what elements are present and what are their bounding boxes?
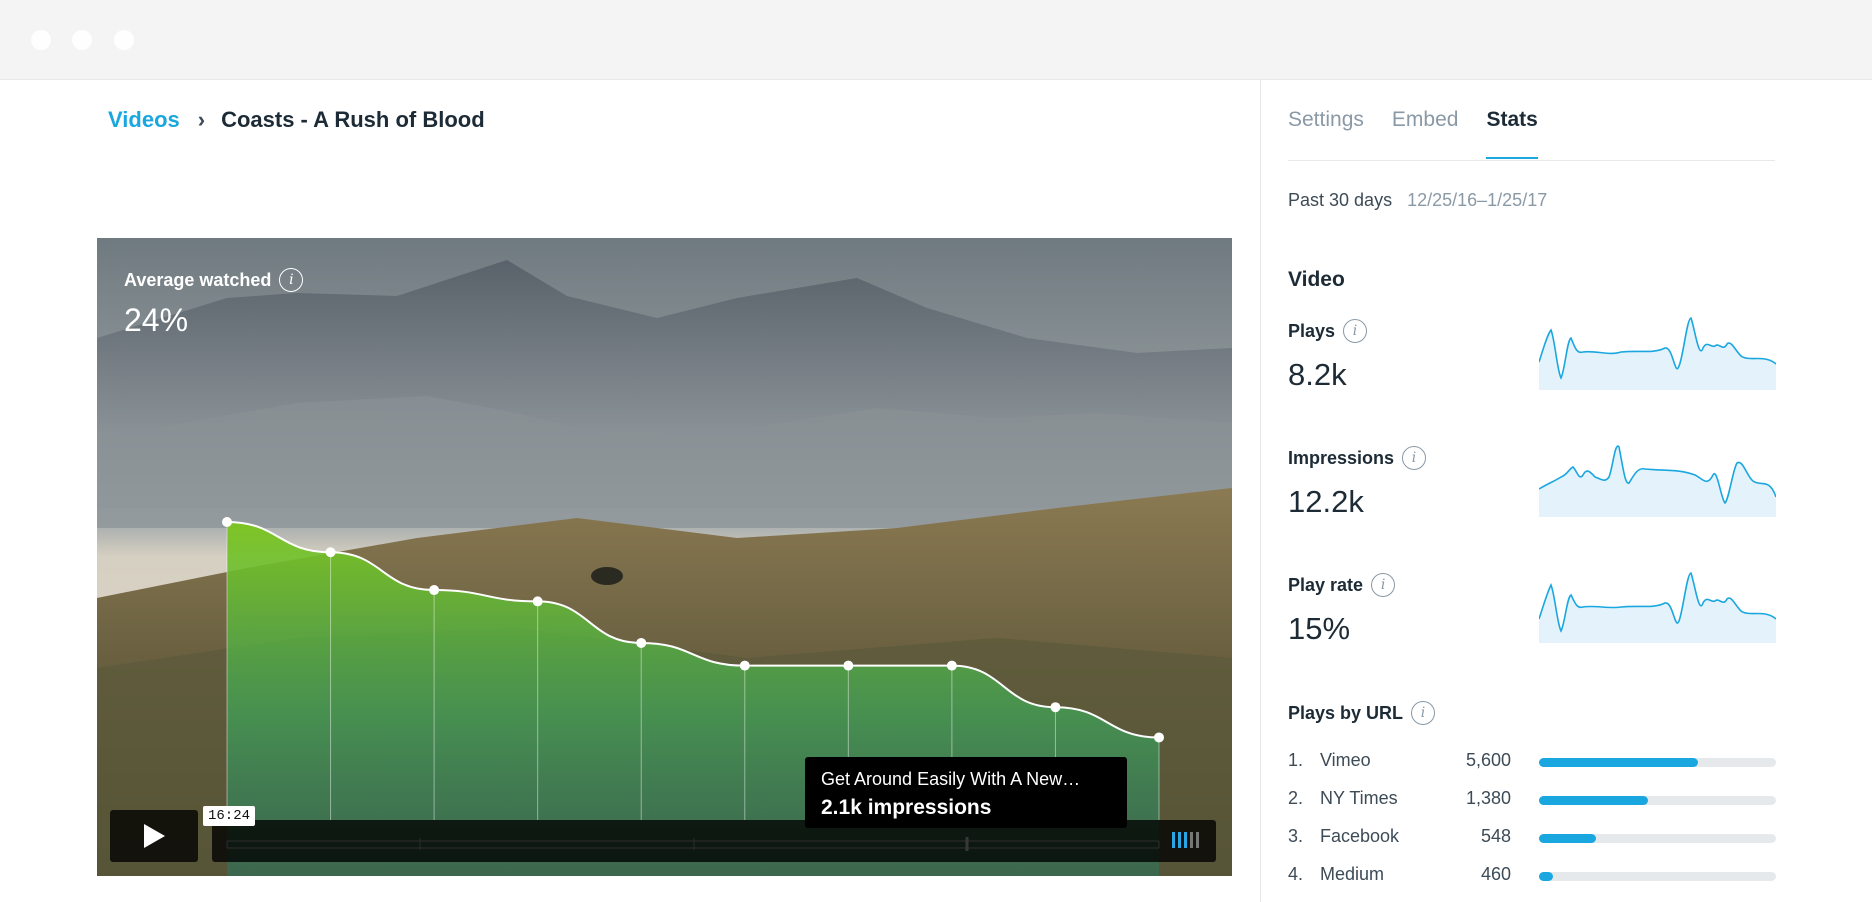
plays-by-url-text: Plays by URL (1288, 702, 1404, 723)
url-row[interactable]: 2. NY Times 1,380 (1288, 788, 1776, 812)
tooltip-title: Get Around Easily With A New… (821, 769, 1081, 789)
date-range[interactable]: Past 30 days 12/25/16–1/25/17 (1288, 190, 1547, 211)
tab-embed[interactable]: Embed (1392, 108, 1459, 132)
url-row[interactable]: 4. Medium 460 (1288, 864, 1776, 888)
play-rate-sparkline (1539, 572, 1776, 643)
retention-point[interactable] (429, 585, 440, 596)
impressions-label-text: Impressions (1288, 447, 1395, 468)
url-name[interactable]: Facebook (1320, 826, 1399, 847)
url-name[interactable]: Vimeo (1320, 750, 1371, 771)
chart-tooltip: Get Around Easily With A New… 2.1k impre… (805, 757, 1127, 828)
info-icon[interactable]: i (1371, 573, 1396, 597)
volume-icon[interactable] (1172, 832, 1199, 848)
url-share-fill (1539, 872, 1554, 881)
url-share-bar (1539, 834, 1776, 843)
window-close-button[interactable] (31, 30, 51, 50)
retention-point[interactable] (1154, 732, 1164, 743)
play-icon (144, 824, 165, 848)
plays-sparkline (1539, 317, 1776, 390)
page-title: Coasts - A Rush of Blood (221, 107, 485, 132)
play-rate-label-text: Play rate (1288, 574, 1364, 595)
window-titlebar (0, 0, 1872, 80)
impressions-sparkline (1539, 445, 1776, 517)
tab-settings[interactable]: Settings (1288, 108, 1364, 132)
url-share-fill (1539, 796, 1649, 805)
breadcrumb: Videos › Coasts - A Rush of Blood (108, 107, 485, 133)
plays-label-text: Plays (1288, 320, 1336, 341)
retention-point[interactable] (946, 660, 957, 671)
chevron-right-icon: › (197, 107, 206, 132)
url-rank: 3. (1288, 826, 1304, 846)
url-count: 5,600 (1465, 750, 1511, 770)
play-rate-label: Play rate i (1288, 573, 1396, 597)
url-row[interactable]: 1. Vimeo 5,600 (1288, 750, 1776, 774)
url-count: 1,380 (1465, 788, 1511, 808)
panel-divider (1260, 80, 1261, 902)
average-watched-text: Average watched (124, 269, 272, 290)
retention-point[interactable] (1050, 702, 1061, 713)
time-badge: 16:24 (203, 806, 256, 826)
play-button[interactable] (110, 810, 198, 862)
url-row[interactable]: 3. Facebook 548 (1288, 826, 1776, 850)
info-icon[interactable]: i (1411, 701, 1436, 725)
url-share-bar (1539, 872, 1776, 881)
url-rank: 4. (1288, 864, 1304, 884)
info-icon[interactable]: i (1402, 446, 1427, 470)
plays-value: 8.2k (1288, 357, 1347, 392)
average-watched-value: 24% (124, 302, 189, 338)
retention-point[interactable] (636, 637, 647, 648)
tab-divider (1288, 160, 1775, 161)
plays-label: Plays i (1288, 319, 1368, 343)
plays-by-url-title: Plays by URL i (1288, 701, 1436, 725)
impressions-label: Impressions i (1288, 446, 1427, 470)
average-watched-label: Average watched i (124, 268, 304, 292)
url-rank: 2. (1288, 788, 1304, 808)
date-range-dates: 12/25/16–1/25/17 (1407, 190, 1548, 210)
window-maximize-button[interactable] (114, 30, 134, 50)
date-range-label: Past 30 days (1288, 190, 1393, 210)
url-share-fill (1539, 834, 1596, 843)
info-icon[interactable]: i (279, 268, 304, 292)
retention-point[interactable] (532, 596, 543, 607)
video-player[interactable]: Average watched i 24% Get Around Easily … (97, 238, 1232, 876)
tab-bar: Settings Embed Stats (1288, 108, 1539, 159)
player-control-bar (212, 820, 1216, 862)
play-rate-value: 15% (1288, 611, 1351, 646)
breadcrumb-videos-link[interactable]: Videos (108, 107, 180, 133)
info-icon[interactable]: i (1343, 319, 1368, 343)
retention-point[interactable] (325, 547, 336, 558)
url-count: 460 (1480, 864, 1511, 884)
retention-point[interactable] (843, 660, 854, 671)
tab-stats[interactable]: Stats (1486, 108, 1539, 159)
retention-point[interactable] (739, 660, 750, 671)
url-share-fill (1539, 758, 1698, 767)
video-section-title: Video (1288, 268, 1345, 291)
url-rank: 1. (1288, 750, 1304, 770)
impressions-value: 12.2k (1288, 484, 1364, 519)
url-share-bar (1539, 796, 1776, 805)
retention-point[interactable] (222, 517, 232, 527)
url-name[interactable]: NY Times (1320, 788, 1398, 809)
tooltip-value: 2.1k impressions (821, 796, 992, 819)
window-minimize-button[interactable] (72, 30, 92, 50)
url-count: 548 (1480, 826, 1511, 846)
url-share-bar (1539, 758, 1776, 767)
url-name[interactable]: Medium (1320, 864, 1384, 885)
